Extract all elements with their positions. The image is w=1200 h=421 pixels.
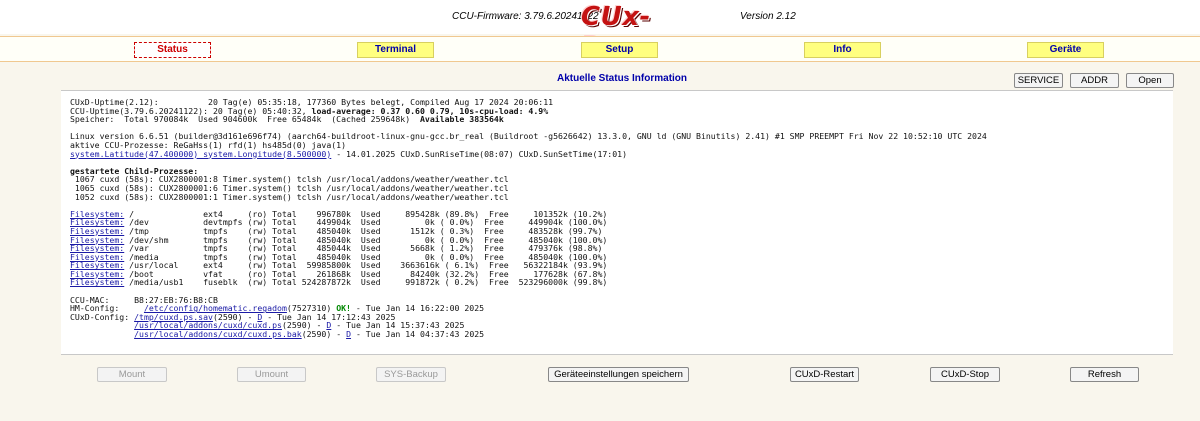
firmware-version: CCU-Firmware: 3.79.6.20241122 (452, 11, 599, 22)
memory-text: Speicher: Total 970084k Used 904600k Fre… (70, 114, 420, 125)
tab-terminal[interactable]: Terminal (357, 42, 434, 58)
open-button[interactable]: Open (1126, 73, 1174, 88)
fs-row: Filesystem: /media/usb1 fuseblk (rw) Tot… (70, 278, 1173, 287)
fs-row-text: /media/usb1 fuseblk (rw) Total 524287872… (124, 277, 608, 288)
service-button[interactable]: SERVICE (1014, 73, 1063, 88)
header: CCU-Firmware: 3.79.6.20241122 CUx-Daemon… (0, 0, 1200, 62)
cuxd-config-size: (2590) - (301, 329, 347, 340)
nav-bar: Status Terminal Setup Info Geräte (0, 36, 1200, 62)
sys-backup-button[interactable]: SYS-Backup (376, 367, 446, 382)
umount-button[interactable]: Umount (237, 367, 306, 382)
cuxd-version: Version 2.12 (740, 11, 796, 22)
refresh-button[interactable]: Refresh (1070, 367, 1139, 382)
cuxd-restart-button[interactable]: CUxD-Restart (790, 367, 859, 382)
child-process: 1052 cuxd (58s): CUX2800001:1 Timer.syst… (70, 191, 509, 202)
tab-info[interactable]: Info (804, 42, 881, 58)
geo-line: system.Latitude(47.400000) system.Longit… (70, 148, 1173, 159)
status-log-panel[interactable]: CUxD-Uptime(2.12): 20 Tag(e) 05:35:18, 1… (61, 90, 1173, 355)
cuxd-stop-button[interactable]: CUxD-Stop (930, 367, 1000, 382)
addr-button[interactable]: ADDR (1070, 73, 1119, 88)
cuxd-config-link[interactable]: /usr/local/addons/cuxd/cuxd.ps.bak (134, 329, 302, 339)
mount-button[interactable]: Mount (97, 367, 167, 382)
cuxd-config-date: - Tue Jan 14 04:37:43 2025 (351, 329, 485, 340)
status-log: CUxD-Uptime(2.12): 20 Tag(e) 05:35:18, 1… (70, 94, 1173, 339)
cuxd-logo: CUx-Daemon (581, 2, 704, 62)
memory: Speicher: Total 970084k Used 904600k Fre… (70, 115, 1173, 124)
latlon-link[interactable]: system.Latitude(47.400000) system.Longit… (70, 149, 331, 159)
cuxd-config: /usr/local/addons/cuxd/cuxd.ps.bak(2590)… (70, 330, 1173, 339)
sun-times: - 14.01.2025 CUxD.SunRiseTime(08:07) CUx… (331, 148, 628, 159)
tab-status[interactable]: Status (134, 42, 211, 58)
filesystem-link[interactable]: Filesystem: (70, 277, 124, 287)
memory-available: Available 383564k (419, 114, 504, 125)
tab-geraete[interactable]: Geräte (1027, 42, 1104, 58)
save-device-settings-button[interactable]: Geräteeinstellungen speichern (548, 367, 689, 382)
tab-setup[interactable]: Setup (581, 42, 658, 58)
page-title: Aktuelle Status Information (557, 73, 688, 84)
